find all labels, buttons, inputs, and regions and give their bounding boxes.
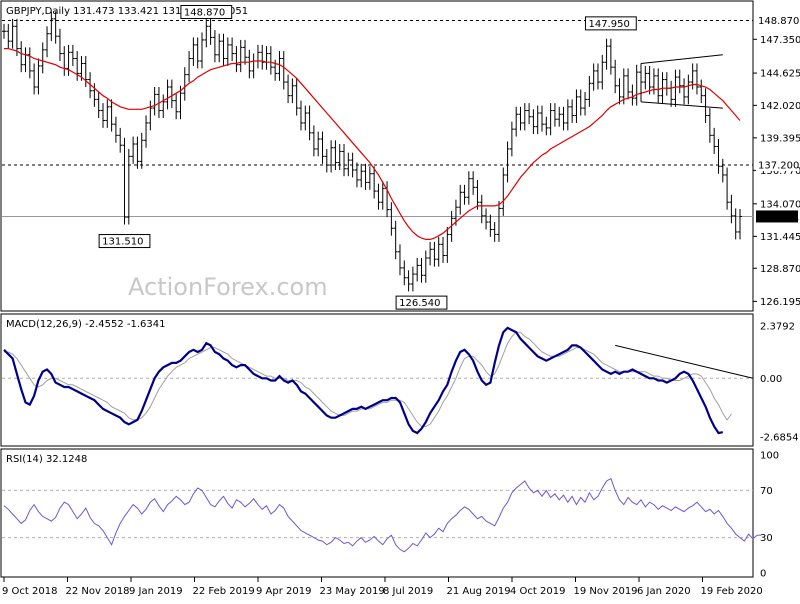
price-axis-label: 134.070 — [760, 199, 800, 210]
macd-axis-label: 0.00 — [760, 374, 782, 385]
chart-window: ActionForex.com GBPJPY,Daily 131.473 133… — [0, 0, 800, 600]
price-axis-label: 139.395 — [760, 133, 800, 144]
price-axis-label: 131.445 — [760, 232, 800, 243]
price-axis-label: 128.870 — [760, 264, 800, 275]
reference-line-label: 148.870 — [758, 16, 799, 27]
watermark: ActionForex.com — [128, 273, 328, 301]
x-axis-label: 6 Jan 2020 — [637, 586, 691, 597]
x-axis-label: 8 Jul 2019 — [383, 586, 433, 597]
price-axis-label: 147.350 — [760, 35, 800, 46]
macd-title: MACD(12,26,9) -2.4552 -1.6341 — [6, 319, 166, 330]
x-axis-label: 19 Feb 2020 — [701, 586, 763, 597]
chart-canvas: ActionForex.com GBPJPY,Daily 131.473 133… — [0, 0, 800, 600]
macd-axis-label: -2.6854 — [760, 433, 799, 444]
x-axis-label: 4 Oct 2019 — [510, 586, 565, 597]
x-axis-label: 9 Oct 2018 — [2, 586, 57, 597]
x-axis-label: 22 Feb 2019 — [193, 586, 255, 597]
x-axis-label: 19 Nov 2019 — [574, 586, 638, 597]
price-axis-label: 142.020 — [760, 101, 800, 112]
price-annotation-label: 126.540 — [399, 298, 440, 309]
macd-axis-label: 2.3792 — [760, 322, 795, 333]
price-annotation-label: 147.950 — [588, 19, 629, 30]
x-axis-label: 21 Aug 2019 — [447, 586, 511, 597]
x-axis-label: 22 Nov 2018 — [66, 586, 130, 597]
rsi-axis-label: 0 — [760, 569, 766, 580]
rsi-axis-label: 70 — [760, 486, 773, 497]
price-axis-label: 126.195 — [760, 297, 800, 308]
price-annotation-label: 131.510 — [102, 237, 143, 248]
x-axis-label: 9 Jan 2019 — [129, 586, 183, 597]
x-axis-label: 23 May 2019 — [320, 586, 385, 597]
reference-line-label: 133.051 — [758, 212, 799, 223]
rsi-axis-label: 100 — [760, 451, 779, 462]
reference-line-label: 137.200 — [758, 161, 799, 172]
rsi-title: RSI(14) 32.1248 — [6, 454, 87, 465]
rsi-axis-label: 30 — [760, 533, 773, 544]
price-annotation-label: 148.870 — [184, 7, 225, 18]
price-axis-label: 144.625 — [760, 69, 800, 80]
x-axis-label: 9 Apr 2019 — [256, 586, 311, 597]
